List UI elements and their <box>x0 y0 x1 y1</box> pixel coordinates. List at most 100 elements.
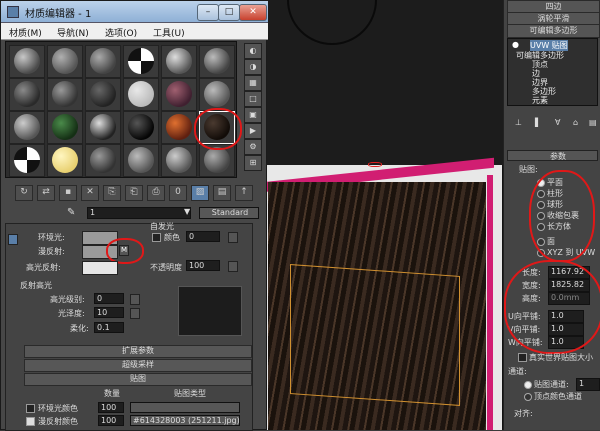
extended-params-rollout[interactable]: 扩展参数 <box>24 345 252 358</box>
material-editor-icon <box>7 6 19 18</box>
make-unique-icon[interactable]: ⎗ <box>125 185 143 201</box>
material-name-field[interactable]: 1 <box>87 207 191 219</box>
soften-spinner[interactable]: 0.1 <box>94 322 124 333</box>
radio-map-channel[interactable] <box>524 381 532 389</box>
ambient-map-checkbox[interactable] <box>26 404 35 413</box>
material-sample-slot[interactable] <box>199 45 235 78</box>
map-channel-label: 贴图通道: <box>534 380 569 389</box>
stack-item-element[interactable]: 元素 <box>532 95 548 106</box>
close-button[interactable]: ✕ <box>239 4 267 21</box>
select-by-material-icon[interactable]: ⊞ <box>244 155 262 171</box>
diffuse-label: 漫反射: <box>38 247 65 256</box>
modifier-button-editpoly[interactable]: 可编辑多边形 <box>507 24 600 38</box>
material-sample-slot[interactable] <box>161 78 197 111</box>
alignment-label: 对齐: <box>514 409 533 418</box>
material-sample-slot[interactable] <box>9 45 45 78</box>
backlight-icon[interactable]: ◑ <box>244 59 262 75</box>
self-illum-color-checkbox[interactable] <box>152 233 161 242</box>
remove-modifier-icon[interactable]: ⌂ <box>573 118 578 127</box>
put-to-library-icon[interactable]: ⎙ <box>147 185 165 201</box>
menu-navigation[interactable]: 导航(N) <box>57 26 89 39</box>
real-world-checkbox[interactable] <box>518 353 527 362</box>
configure-sets-icon[interactable]: ▤ <box>589 118 597 127</box>
material-sample-slot[interactable] <box>47 144 83 177</box>
material-sample-slot[interactable] <box>161 111 197 144</box>
minimize-button[interactable]: – <box>197 4 219 21</box>
go-to-parent-icon[interactable]: ↑ <box>235 185 253 201</box>
radio-vertex-color[interactable] <box>524 393 532 401</box>
material-sphere-preview <box>14 147 40 173</box>
lightbulb-icon[interactable]: ● <box>512 40 519 49</box>
glossiness-spinner[interactable]: 10 <box>94 307 124 318</box>
get-material-icon[interactable]: ↻ <box>15 185 33 201</box>
soften-label: 柔化: <box>70 324 89 333</box>
video-color-icon[interactable]: ▣ <box>244 107 262 123</box>
maps-rollout[interactable]: 贴图 <box>24 373 252 386</box>
material-sample-slot[interactable] <box>123 78 159 111</box>
material-sample-slot[interactable] <box>85 45 121 78</box>
material-sample-slot[interactable] <box>123 111 159 144</box>
material-sample-slot[interactable] <box>85 78 121 111</box>
opacity-spinner[interactable]: 100 <box>186 260 220 271</box>
maximize-button[interactable]: □ <box>218 4 240 21</box>
material-name-dropdown-icon[interactable]: ▼ <box>184 207 190 216</box>
reset-map-icon[interactable]: ✕ <box>81 185 99 201</box>
show-map-in-viewport-icon[interactable]: ▨ <box>191 185 209 201</box>
material-sample-slot[interactable] <box>199 78 235 111</box>
material-sample-slot[interactable] <box>161 45 197 78</box>
material-sample-slot[interactable] <box>123 45 159 78</box>
material-sample-slot[interactable] <box>9 78 45 111</box>
supersampling-rollout[interactable]: 超级采样 <box>24 359 252 372</box>
material-sample-slot[interactable] <box>47 111 83 144</box>
diffuse-map-checkbox[interactable] <box>26 417 35 426</box>
sample-type-icon[interactable]: ◐ <box>244 43 262 59</box>
sample-uv-icon[interactable]: □ <box>244 91 262 107</box>
lock-ambient-icon[interactable] <box>8 234 18 245</box>
self-illum-map-button[interactable] <box>228 232 238 243</box>
title-bar[interactable]: 材质编辑器 - 1 – □ ✕ <box>1 1 268 23</box>
assign-to-selection-icon[interactable]: ▪ <box>59 185 77 201</box>
self-illum-spinner[interactable]: 0 <box>186 231 220 242</box>
menu-options[interactable]: 选项(O) <box>105 26 137 39</box>
ambient-map-amount[interactable]: 100 <box>98 402 124 413</box>
material-type-button[interactable]: Standard <box>199 207 259 219</box>
glossiness-map-button[interactable] <box>130 308 140 319</box>
make-preview-icon[interactable]: ▶ <box>244 123 262 139</box>
params-rollout-header[interactable]: 参数 <box>507 150 598 161</box>
material-sample-slot[interactable] <box>47 78 83 111</box>
make-unique-icon[interactable]: ∀ <box>555 118 560 127</box>
put-to-scene-icon[interactable]: ⇄ <box>37 185 55 201</box>
menu-utilities[interactable]: 工具(U) <box>153 26 185 39</box>
material-sample-slot[interactable] <box>47 45 83 78</box>
ambient-map-slot[interactable] <box>130 402 240 413</box>
specular-level-map-button[interactable] <box>130 294 140 305</box>
material-sample-slot[interactable] <box>9 144 45 177</box>
material-sample-slot[interactable] <box>9 111 45 144</box>
material-sphere-preview <box>90 147 116 173</box>
specular-level-spinner[interactable]: 0 <box>94 293 124 304</box>
make-copy-icon[interactable]: ⎘ <box>103 185 121 201</box>
material-sphere-preview <box>14 48 40 74</box>
opacity-map-button[interactable] <box>228 261 238 272</box>
options-icon[interactable]: ⚙ <box>244 139 262 155</box>
diffuse-map-slot[interactable]: #614328003 (251211.jpg) <box>130 415 240 426</box>
show-end-result-icon[interactable]: ▤ <box>213 185 231 201</box>
diffuse-map-label: 漫反射颜色 <box>38 417 78 426</box>
specular-color-swatch[interactable] <box>82 261 118 275</box>
diffuse-map-amount[interactable]: 100 <box>98 415 124 426</box>
pin-stack-icon[interactable]: ⊥ <box>515 118 522 127</box>
eyedropper-icon[interactable]: ✎ <box>67 207 75 218</box>
material-sphere-preview <box>128 81 154 107</box>
material-sample-slot[interactable] <box>85 144 121 177</box>
annotation-oval-dimensions <box>504 260 600 354</box>
material-sample-slot[interactable] <box>161 144 197 177</box>
uvw-gizmo[interactable] <box>290 264 460 406</box>
map-channel-spinner[interactable]: 1 <box>576 378 600 391</box>
material-sample-slot[interactable] <box>85 111 121 144</box>
material-sample-slot[interactable] <box>123 144 159 177</box>
window-title: 材质编辑器 - 1 <box>25 9 92 20</box>
show-end-result-icon[interactable]: ▌ <box>535 118 541 127</box>
background-icon[interactable]: ▦ <box>244 75 262 91</box>
material-id-icon[interactable]: 0 <box>169 185 187 201</box>
menu-material[interactable]: 材质(M) <box>9 26 42 39</box>
